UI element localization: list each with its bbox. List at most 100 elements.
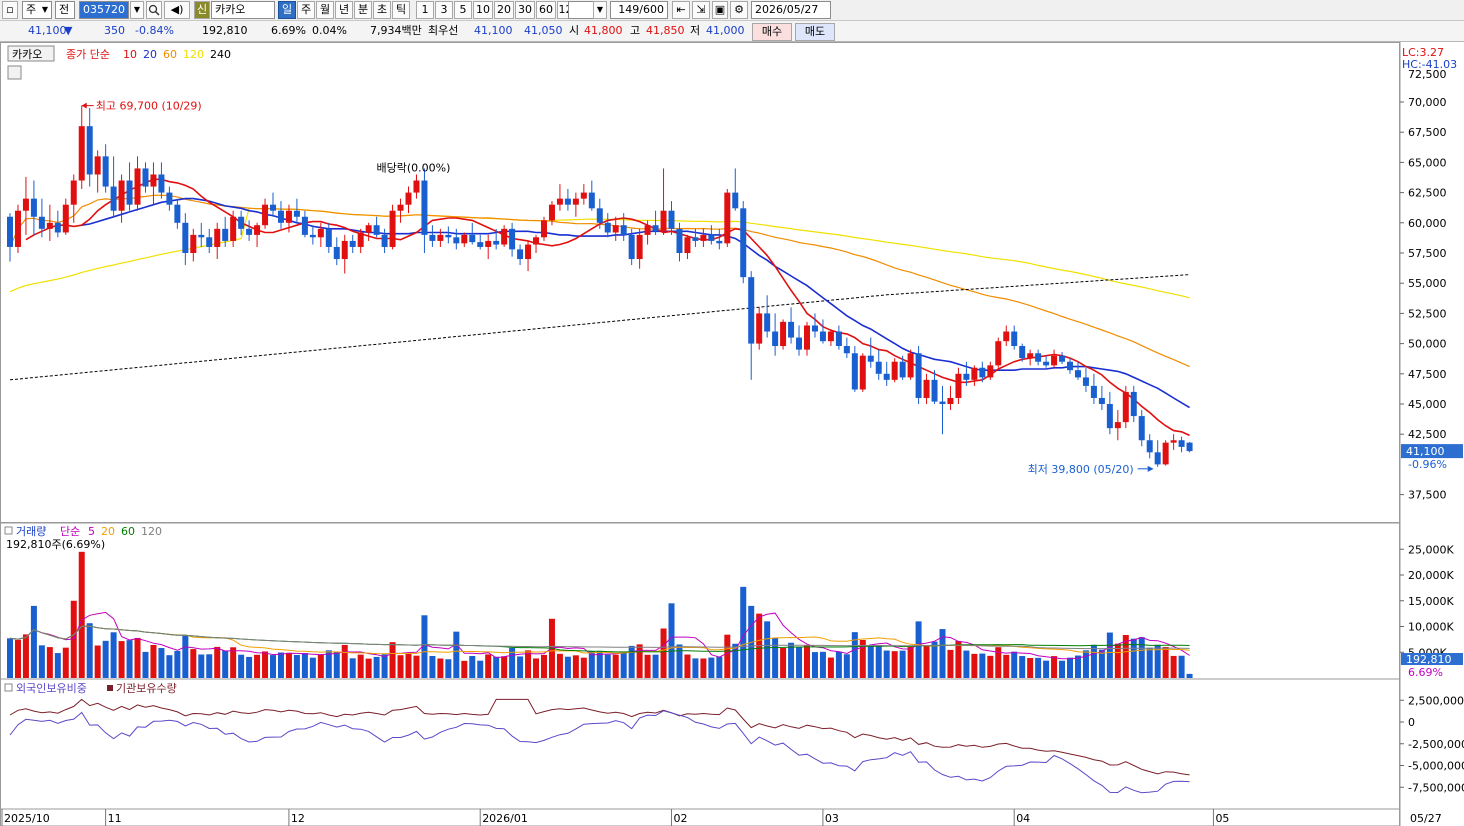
volume-bar[interactable] — [86, 623, 93, 678]
candle-body[interactable] — [764, 313, 771, 332]
candle-body[interactable] — [540, 220, 547, 238]
volume-bar[interactable] — [780, 647, 787, 678]
volume-bar[interactable] — [987, 655, 994, 678]
candle-body[interactable] — [206, 237, 213, 247]
candle-body[interactable] — [1098, 397, 1105, 404]
volume-bar[interactable] — [206, 654, 213, 678]
candle-body[interactable] — [660, 210, 667, 232]
candle-body[interactable] — [453, 237, 460, 244]
candle-body[interactable] — [684, 237, 691, 253]
volume-bar[interactable] — [804, 645, 810, 678]
volume-bar[interactable] — [851, 632, 858, 678]
volume-bar[interactable] — [238, 654, 245, 678]
volume-bar[interactable] — [246, 656, 253, 678]
candle-body[interactable] — [1154, 452, 1161, 465]
candle-body[interactable] — [525, 244, 532, 260]
volume-bar[interactable] — [230, 647, 237, 678]
candle-body[interactable] — [867, 355, 874, 362]
candle-body[interactable] — [1186, 442, 1193, 452]
candle-body[interactable] — [70, 180, 77, 205]
volume-bar[interactable] — [270, 655, 277, 678]
volume-bar[interactable] — [485, 654, 492, 678]
interval-button-20[interactable]: 20 — [494, 1, 514, 19]
volume-bar[interactable] — [46, 647, 53, 678]
candle-body[interactable] — [365, 225, 372, 233]
prefix-select[interactable]: 전 — [55, 1, 75, 19]
candle-body[interactable] — [357, 232, 364, 247]
candle-body[interactable] — [182, 222, 189, 253]
candle-body[interactable] — [190, 234, 197, 253]
volume-bar[interactable] — [381, 654, 388, 678]
volume-bar[interactable] — [931, 641, 938, 678]
period-button-4[interactable]: 분 — [354, 1, 372, 19]
volume-bar[interactable] — [835, 651, 842, 678]
volume-collapse-icon[interactable] — [4, 526, 13, 535]
candle-body[interactable] — [732, 192, 739, 209]
candle-body[interactable] — [38, 216, 45, 229]
candle-body[interactable] — [1138, 416, 1145, 441]
volume-bar[interactable] — [620, 652, 627, 678]
volume-bar[interactable] — [1074, 655, 1081, 678]
period-button-1[interactable]: 주 — [297, 1, 315, 19]
candle-body[interactable] — [955, 373, 962, 398]
candle-body[interactable] — [429, 234, 436, 241]
candle-body[interactable] — [628, 234, 635, 260]
candle-body[interactable] — [612, 225, 619, 233]
candle-body[interactable] — [477, 242, 484, 247]
candle-body[interactable] — [110, 186, 117, 211]
candle-body[interactable] — [1162, 442, 1169, 465]
volume-bar[interactable] — [517, 656, 524, 678]
volume-bar[interactable] — [461, 660, 468, 678]
volume-bar[interactable] — [54, 653, 61, 678]
candle-body[interactable] — [126, 180, 133, 205]
candle-body[interactable] — [1170, 440, 1177, 443]
volume-bar[interactable] — [684, 654, 691, 678]
candle-body[interactable] — [708, 234, 715, 241]
volume-bar[interactable] — [7, 638, 13, 678]
candle-body[interactable] — [102, 156, 109, 187]
volume-bar[interactable] — [166, 655, 173, 678]
volume-bar[interactable] — [190, 649, 197, 678]
volume-bar[interactable] — [126, 640, 133, 678]
candle-body[interactable] — [572, 198, 579, 205]
volume-bar[interactable] — [373, 656, 380, 678]
volume-bar[interactable] — [437, 658, 444, 678]
volume-bar[interactable] — [676, 644, 683, 678]
candle-body[interactable] — [405, 192, 412, 205]
volume-bar[interactable] — [1035, 657, 1042, 678]
volume-bar[interactable] — [652, 654, 659, 678]
candle-body[interactable] — [923, 379, 930, 398]
volume-bar[interactable] — [102, 640, 109, 678]
candle-body[interactable] — [891, 361, 898, 380]
volume-bar[interactable] — [1186, 673, 1193, 678]
period-button-6[interactable]: 틱 — [392, 1, 410, 19]
candle-body[interactable] — [644, 225, 651, 235]
volume-bar[interactable] — [1162, 646, 1169, 678]
volume-bar[interactable] — [397, 655, 404, 678]
candle-body[interactable] — [86, 126, 93, 175]
candle-body[interactable] — [548, 204, 555, 221]
candle-body[interactable] — [788, 321, 795, 338]
interval-button-3[interactable]: 3 — [435, 1, 453, 19]
volume-bar[interactable] — [572, 655, 579, 678]
candle-body[interactable] — [1011, 331, 1018, 347]
candle-body[interactable] — [796, 337, 803, 350]
stock-code-input[interactable]: 035720 — [79, 1, 129, 19]
volume-bar[interactable] — [963, 650, 970, 678]
candle-body[interactable] — [54, 222, 61, 233]
candle-body[interactable] — [716, 240, 723, 244]
volume-bar[interactable] — [277, 652, 284, 678]
stock-name-field[interactable]: 카카오 — [211, 1, 275, 19]
volume-bar[interactable] — [1106, 632, 1113, 678]
candle-body[interactable] — [668, 210, 675, 229]
volume-bar[interactable] — [891, 651, 898, 678]
volume-bar[interactable] — [349, 658, 356, 678]
holding-collapse-icon[interactable] — [4, 683, 13, 692]
candle-body[interactable] — [556, 198, 563, 205]
candle-body[interactable] — [533, 237, 540, 245]
volume-bar[interactable] — [533, 658, 540, 678]
volume-bar[interactable] — [979, 653, 986, 678]
candle-body[interactable] — [230, 216, 237, 241]
candle-body[interactable] — [246, 228, 253, 235]
search-icon[interactable] — [146, 1, 162, 19]
